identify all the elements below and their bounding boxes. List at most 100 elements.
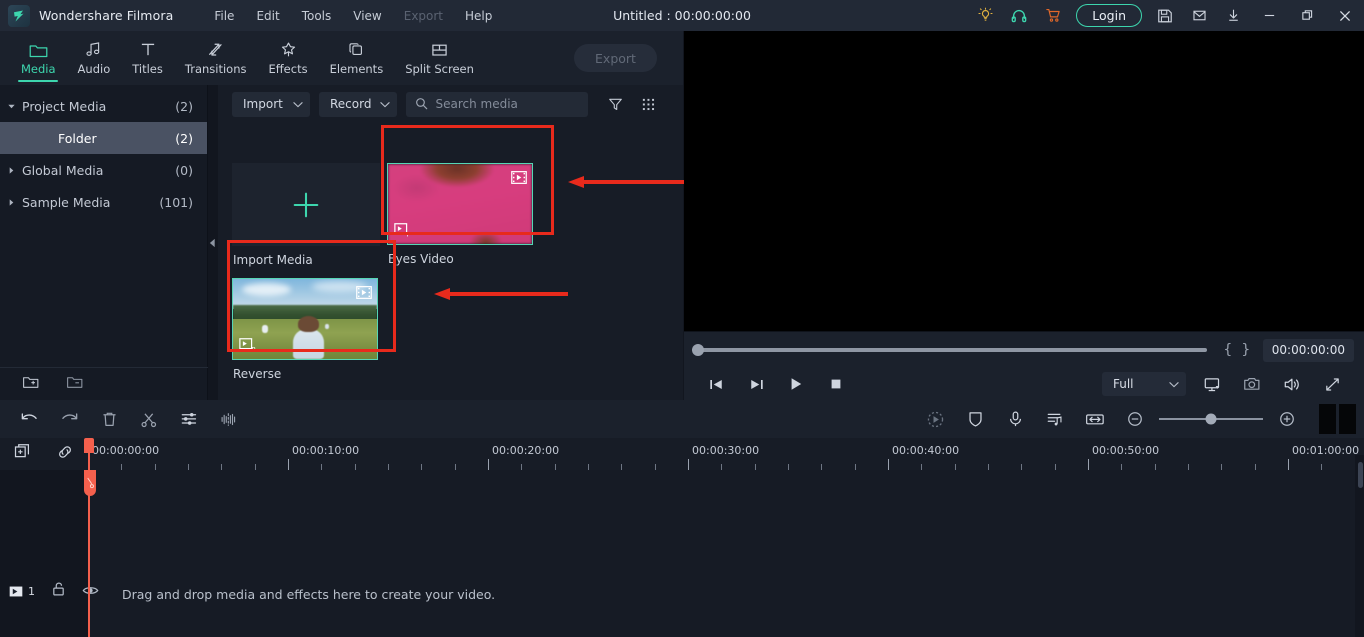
film-strip-icon (511, 169, 527, 184)
zoom-slider-handle[interactable] (1205, 413, 1217, 425)
media-toolbar: Import Record (218, 88, 683, 120)
preview-p-icon[interactable]: P (394, 223, 412, 239)
record-button[interactable]: Record (319, 91, 398, 117)
restore-icon[interactable] (1288, 0, 1326, 31)
add-track-icon[interactable] (14, 443, 32, 465)
ruler-ticks[interactable]: 00:00:00:00 00:00:10:00 00:00:20:00 00:00:3… (88, 438, 1364, 470)
audio-waveform-icon[interactable] (209, 400, 249, 438)
playhead-cap[interactable] (84, 438, 94, 453)
chevron-right-icon[interactable] (0, 198, 22, 207)
sidebar-item-folder[interactable]: Folder (2) (0, 122, 207, 154)
chevron-down-icon[interactable] (0, 102, 22, 111)
stop-icon[interactable] (816, 368, 856, 400)
screen-cast-icon[interactable] (1192, 368, 1232, 400)
timeline-ruler[interactable]: 00:00:00:00 00:00:10:00 00:00:20:00 00:00:3… (0, 438, 1364, 470)
close-icon[interactable] (1326, 0, 1364, 31)
menu-view[interactable]: View (342, 5, 392, 27)
delete-trash-icon[interactable] (89, 400, 129, 438)
record-label: Record (330, 97, 372, 111)
import-button[interactable]: Import (232, 91, 310, 117)
split-scissors-icon[interactable] (129, 400, 169, 438)
search-input[interactable] (435, 97, 580, 111)
playback-scrubber[interactable] (692, 344, 1207, 356)
prev-frame-icon[interactable] (696, 368, 736, 400)
play-icon[interactable] (776, 368, 816, 400)
grid-view-icon[interactable] (636, 92, 660, 117)
media-item-reverse[interactable]: P Reverse (232, 278, 378, 381)
redo-icon[interactable] (49, 400, 89, 438)
cart-icon[interactable] (1036, 0, 1070, 31)
login-button[interactable]: Login (1076, 4, 1142, 27)
fullscreen-icon[interactable] (1312, 368, 1352, 400)
folder-icon (29, 40, 48, 59)
save-icon[interactable] (1148, 0, 1182, 31)
import-media-dropzone[interactable] (232, 163, 380, 246)
minimize-icon[interactable] (1250, 0, 1288, 31)
ruler-tick-major (688, 459, 689, 470)
tab-effects[interactable]: Effects (257, 31, 318, 85)
tab-label: Audio (77, 62, 111, 76)
tab-titles[interactable]: Titles (121, 31, 174, 85)
mail-icon[interactable] (1182, 0, 1216, 31)
link-chain-icon[interactable] (56, 443, 74, 465)
stabilization-shield-icon[interactable] (955, 400, 995, 438)
menu-edit[interactable]: Edit (245, 5, 290, 27)
lightbulb-icon[interactable] (968, 0, 1002, 31)
tab-split-screen[interactable]: Split Screen (394, 31, 485, 85)
app-brand-name: Wondershare Filmora (39, 8, 174, 23)
ruler-time-label: 00:01:00:00 (1292, 444, 1360, 457)
chevron-down-icon (1169, 377, 1179, 391)
unlock-icon[interactable] (51, 581, 66, 601)
ruler-tick-major (288, 459, 289, 470)
adjust-sliders-icon[interactable] (169, 400, 209, 438)
download-icon[interactable] (1216, 0, 1250, 31)
motion-tracking-icon[interactable] (915, 400, 955, 438)
media-thumbnail[interactable]: P (232, 278, 378, 360)
player-timecode[interactable]: 00:00:00:00 (1262, 338, 1354, 362)
playhead-marker[interactable] (84, 470, 96, 496)
tab-media[interactable]: Media (10, 31, 67, 85)
undo-icon[interactable] (9, 400, 49, 438)
tab-elements[interactable]: Elements (319, 31, 395, 85)
new-folder-icon[interactable] (22, 374, 40, 394)
media-item-eyes-video[interactable]: P Eyes Video (387, 163, 533, 266)
menu-file[interactable]: File (203, 5, 245, 27)
zoom-in-icon[interactable] (1267, 400, 1307, 438)
search-media-box[interactable] (406, 91, 589, 117)
sidebar-item-sample-media[interactable]: Sample Media (101) (0, 186, 207, 218)
beat-detect-icon[interactable] (1035, 400, 1075, 438)
volume-icon[interactable] (1272, 368, 1312, 400)
timeline-vertical-scrollbar[interactable] (1358, 462, 1363, 488)
remove-folder-icon[interactable] (66, 374, 84, 394)
mark-in-button[interactable]: { (1219, 342, 1237, 358)
media-library-sidebar: Project Media (2) Folder (2) Global Medi… (0, 85, 208, 400)
timeline-right-tools (915, 400, 1364, 438)
fit-timeline-icon[interactable] (1075, 400, 1115, 438)
next-frame-icon[interactable] (736, 368, 776, 400)
quality-dropdown[interactable]: Full (1102, 372, 1186, 396)
timeline-zoom-slider[interactable] (1159, 400, 1263, 438)
menu-help[interactable]: Help (454, 5, 503, 27)
import-media-cell[interactable]: Import Media (232, 163, 380, 267)
sidebar-item-project-media[interactable]: Project Media (2) (0, 90, 207, 122)
tab-transitions[interactable]: Transitions (174, 31, 258, 85)
sidebar-item-global-media[interactable]: Global Media (0) (0, 154, 207, 186)
chevron-down-icon (293, 97, 303, 111)
zoom-out-icon[interactable] (1115, 400, 1155, 438)
panel-collapse-handle[interactable] (208, 232, 217, 254)
voiceover-mic-icon[interactable] (995, 400, 1035, 438)
headset-icon[interactable] (1002, 0, 1036, 31)
tab-audio[interactable]: Audio (67, 31, 122, 85)
menu-tools[interactable]: Tools (291, 5, 343, 27)
scrubber-handle[interactable] (692, 344, 704, 356)
media-thumbnail[interactable]: P (387, 163, 533, 245)
eye-visible-icon[interactable] (82, 582, 99, 601)
snapshot-camera-icon[interactable] (1232, 368, 1272, 400)
title-bar: Wondershare Filmora File Edit Tools View… (0, 0, 1364, 31)
playhead-line[interactable] (88, 438, 90, 637)
filter-funnel-icon[interactable] (603, 92, 627, 117)
preview-p-icon[interactable]: P (239, 338, 257, 354)
mark-out-button[interactable]: } (1237, 342, 1255, 358)
zoom-slider-track[interactable] (1159, 413, 1263, 425)
chevron-right-icon[interactable] (0, 166, 22, 175)
